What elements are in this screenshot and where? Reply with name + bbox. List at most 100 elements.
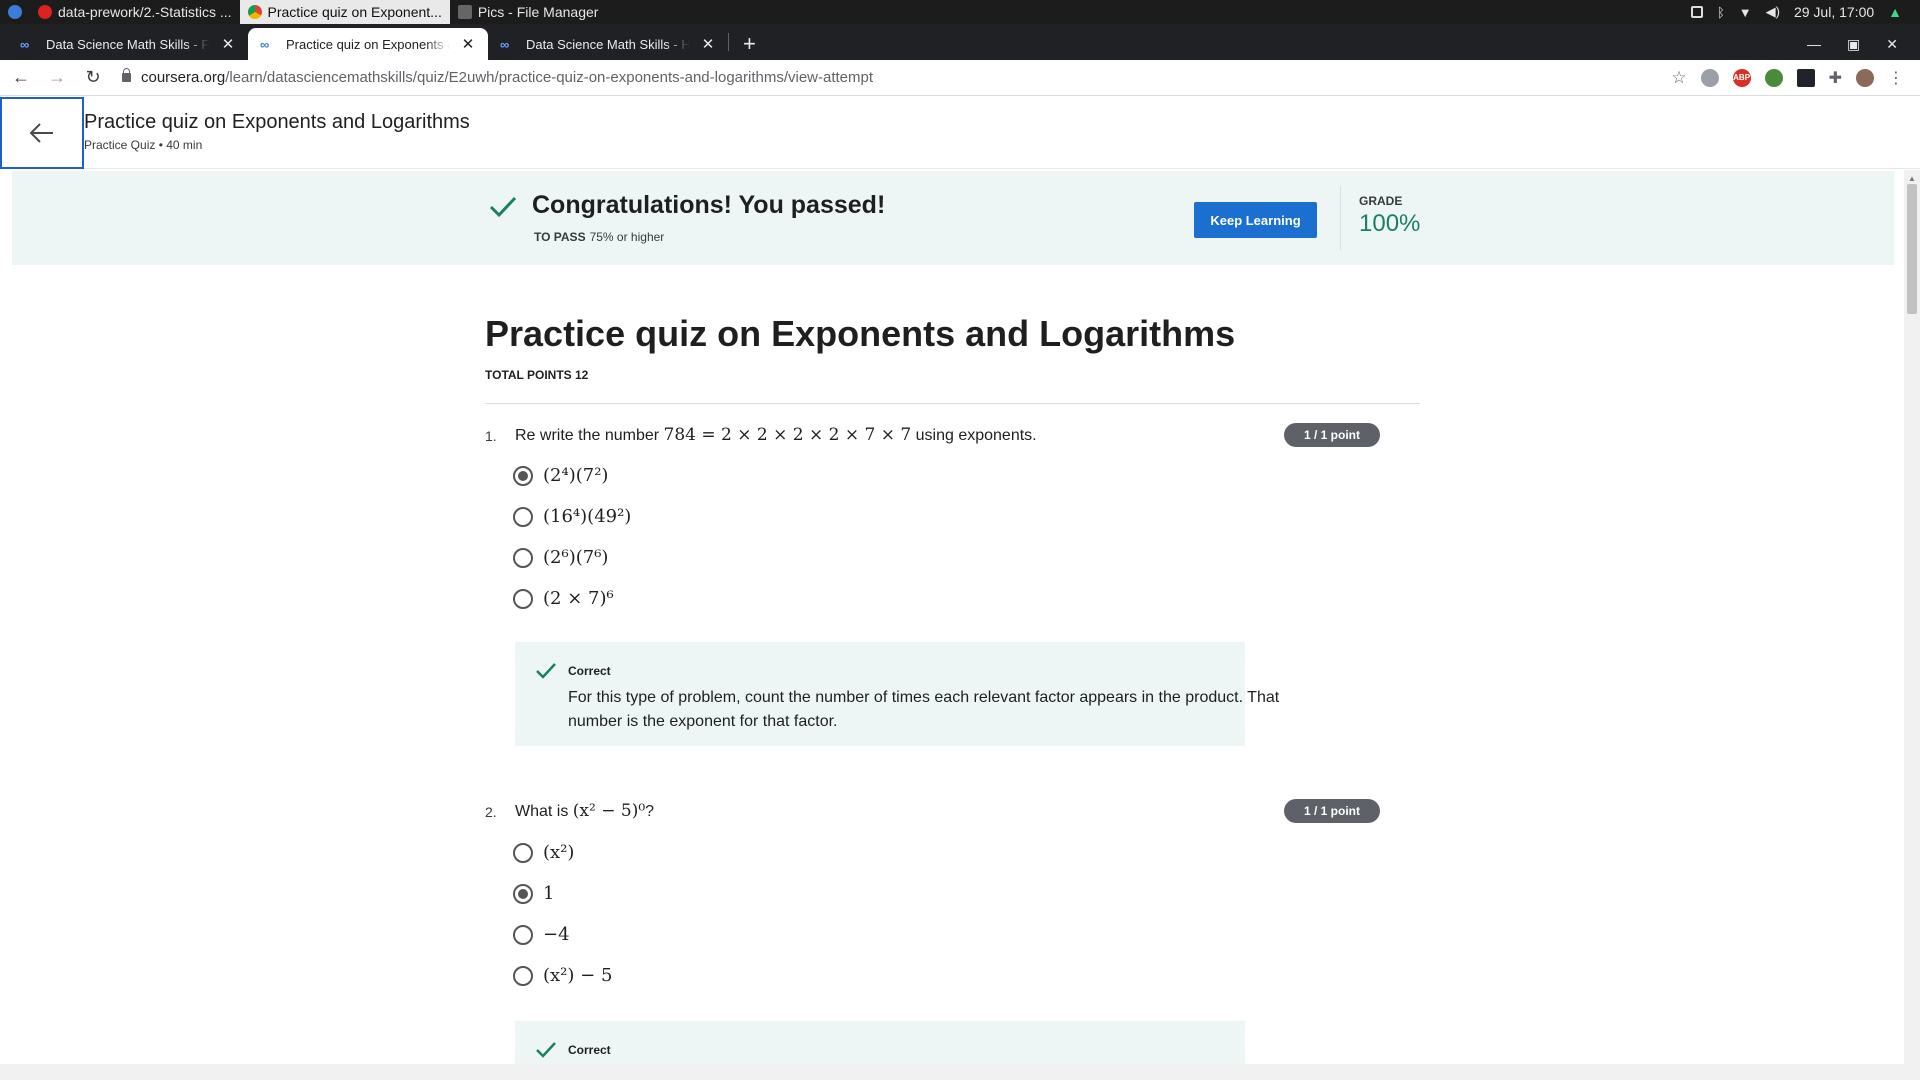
feedback-title: Correct (568, 664, 611, 678)
radio-button[interactable] (513, 965, 533, 986)
answer-option[interactable]: 1 (513, 883, 554, 904)
question-math: 784 = 2 × 2 × 2 × 2 × 7 × 7 (663, 425, 912, 445)
close-tab-icon[interactable]: ✕ (700, 35, 716, 53)
answer-option[interactable]: (2 × 7)⁶ (513, 588, 614, 609)
wifi-icon[interactable]: ▼ (1739, 5, 1752, 20)
tab-title: Data Science Math Skills - Fundamentals (46, 36, 210, 52)
checkmark-icon (489, 196, 517, 218)
url-host: coursera.org (141, 69, 226, 86)
new-tab-button[interactable]: + (729, 28, 770, 60)
quiz-title: Practice quiz on Exponents and Logarithm… (485, 313, 1236, 354)
forward-arrow-icon[interactable]: → (46, 67, 68, 88)
window-controls: — ▣ ✕ (1807, 28, 1920, 60)
tab-math-skills-home[interactable]: ∞ Data Science Math Skills - Home ✕ (488, 28, 728, 60)
total-points: TOTAL POINTS 12 (485, 368, 589, 382)
question-number: 2. (485, 804, 497, 820)
tab-math-skills-fundamentals[interactable]: ∞ Data Science Math Skills - Fundamental… (8, 28, 248, 60)
option-label: (x²) (543, 842, 575, 863)
os-menu-button[interactable] (0, 0, 30, 24)
option-label: (16⁴)(49²) (543, 506, 632, 527)
question-math: (x² − 5)⁰ (572, 801, 646, 821)
clock[interactable]: 29 Jul, 17:00 (1794, 4, 1874, 20)
taskbar-item-label: Practice quiz on Exponent... (267, 4, 442, 20)
battery-icon[interactable] (1690, 6, 1703, 18)
taskbar-item-chrome[interactable]: Practice quiz on Exponent... (239, 0, 450, 24)
scroll-up-arrow-icon[interactable]: ▲ (1908, 174, 1916, 183)
tab-practice-quiz[interactable]: ∞ Practice quiz on Exponents and Logarit… (248, 28, 488, 60)
minimize-icon[interactable]: — (1807, 36, 1821, 52)
points-badge: 1 / 1 point (1284, 423, 1380, 447)
answer-option[interactable]: (2⁶)(7⁶) (513, 547, 608, 568)
option-label: (2⁴)(7²) (543, 465, 609, 486)
answer-option[interactable]: (x²) (513, 842, 574, 863)
option-label: −4 (543, 924, 570, 945)
radio-button[interactable] (513, 588, 533, 609)
volume-icon[interactable]: ◀) (1766, 4, 1780, 20)
divider (1340, 186, 1341, 250)
points-badge: 1 / 1 point (1284, 799, 1380, 823)
adblock-icon[interactable]: ABP (1732, 68, 1751, 87)
pass-banner: Congratulations! You passed! TO PASS 75% … (12, 171, 1894, 265)
android-icon[interactable]: ▲ (1888, 4, 1902, 20)
grade-value: 100% (1359, 210, 1421, 237)
keep-learning-button[interactable]: Keep Learning (1194, 202, 1317, 238)
profile-avatar[interactable] (1856, 68, 1874, 87)
browser-tab-strip: ∞ Data Science Math Skills - Fundamental… (0, 24, 1920, 60)
answer-option[interactable]: −4 (513, 924, 570, 945)
taskbar-item-opera[interactable]: data-prework/2.-Statistics ... (30, 0, 240, 24)
checkmark-icon (536, 1042, 556, 1058)
extensions-puzzle-icon[interactable]: ✚ (1829, 68, 1842, 88)
maximize-icon[interactable]: ▣ (1847, 36, 1860, 53)
answer-option[interactable]: (16⁴)(49²) (513, 506, 631, 527)
answer-option[interactable]: (x²) − 5 (513, 965, 612, 986)
feedback-box: Correct (515, 1021, 1245, 1064)
option-label: (2⁶)(7⁶) (543, 547, 609, 568)
to-pass-label: TO PASS (534, 230, 586, 244)
lock-icon[interactable] (122, 68, 131, 82)
answer-option[interactable]: (2⁴)(7²) (513, 465, 608, 486)
feedback-title: Correct (568, 1043, 611, 1057)
bookmark-star-icon[interactable]: ☆ (1671, 68, 1686, 88)
back-arrow-icon[interactable]: ← (10, 67, 32, 88)
question-text-after: using exponents. (915, 427, 1037, 444)
grade-label: GRADE (1359, 194, 1403, 208)
reload-icon[interactable]: ↻ (82, 67, 104, 88)
checkmark-icon (536, 663, 556, 679)
back-button[interactable] (0, 97, 84, 169)
extension-icons: ☆ ABP ✚ ⋮ (1671, 68, 1910, 88)
opera-icon (38, 5, 52, 19)
radio-button[interactable] (513, 547, 533, 568)
close-tab-icon[interactable]: ✕ (220, 35, 236, 53)
horizontal-scrollbar[interactable] (0, 1064, 1904, 1080)
radio-button-selected[interactable] (513, 883, 533, 904)
vertical-scrollbar[interactable]: ▲ (1904, 170, 1920, 1080)
radio-button-selected[interactable] (513, 465, 533, 486)
close-window-icon[interactable]: ✕ (1886, 36, 1898, 53)
tab-title: Practice quiz on Exponents and Logarithm… (286, 36, 450, 52)
radio-button[interactable] (513, 506, 533, 527)
app-menu-icon (8, 5, 22, 19)
os-taskbar: data-prework/2.-Statistics ... Practice … (0, 0, 1920, 24)
taskbar-item-label: data-prework/2.-Statistics ... (58, 4, 232, 20)
option-label: (2 × 7)⁶ (543, 588, 614, 609)
option-label: (x²) − 5 (543, 965, 613, 986)
address-bar[interactable]: coursera.org/learn/datasciencemathskills… (118, 64, 1657, 92)
tree-extension-icon[interactable] (1764, 68, 1783, 87)
arrow-left-icon (29, 123, 53, 143)
coursera-icon: ∞ (20, 36, 29, 52)
browser-menu-icon[interactable]: ⋮ (1888, 68, 1904, 88)
question-text: Re write the number 784 = 2 × 2 × 2 × 2 … (515, 425, 1037, 445)
scrollbar-thumb[interactable] (1907, 184, 1917, 314)
radio-button[interactable] (513, 924, 533, 945)
feedback-box: Correct For this type of problem, count … (515, 642, 1279, 746)
close-tab-icon[interactable]: ✕ (460, 35, 476, 53)
chrome-icon (247, 5, 262, 19)
taskbar-item-file-manager[interactable]: Pics - File Manager (450, 0, 607, 24)
bug-extension-icon[interactable] (1700, 68, 1719, 87)
coursera-icon: ∞ (260, 36, 269, 52)
bluetooth-icon[interactable]: ᛒ (1717, 5, 1725, 20)
question-2: 2. What is (x² − 5)⁰? 1 / 1 point (x²) 1… (485, 799, 1385, 1001)
react-devtools-icon[interactable] (1796, 68, 1815, 87)
question-text-after: ? (645, 803, 655, 820)
radio-button[interactable] (513, 842, 533, 863)
